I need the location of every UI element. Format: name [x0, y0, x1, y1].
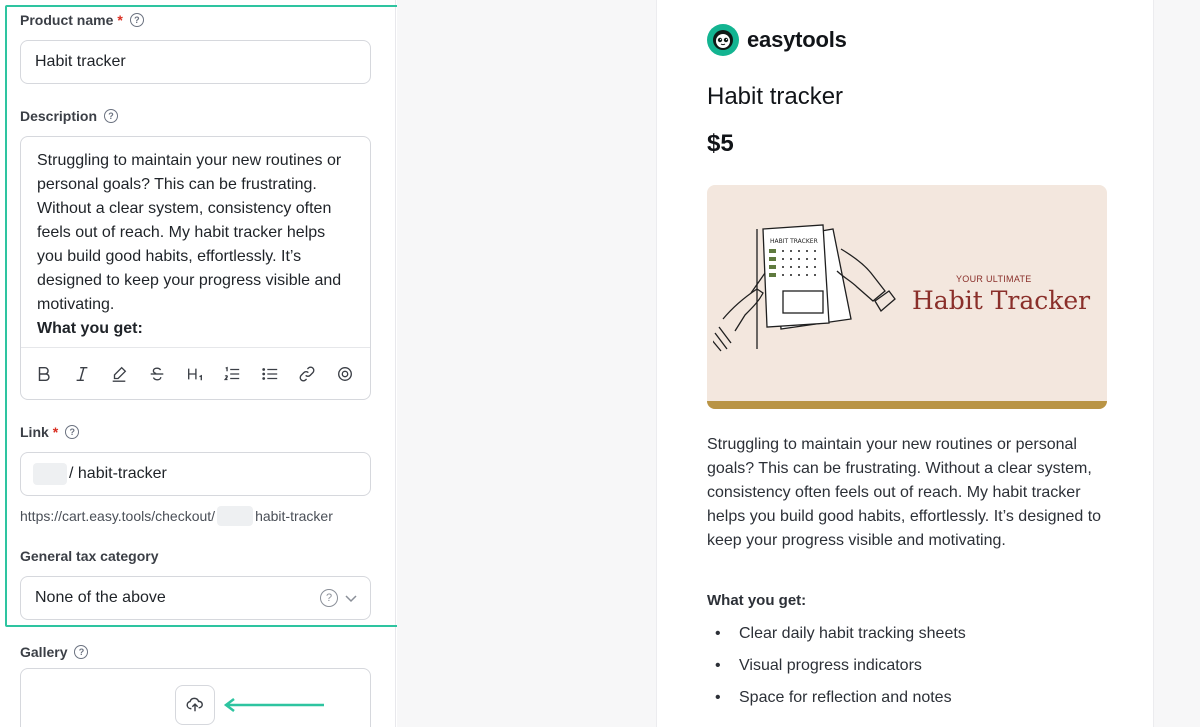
product-name-input[interactable]: Habit tracker [20, 40, 371, 84]
help-icon[interactable]: ? [65, 425, 80, 439]
link-icon[interactable] [296, 363, 318, 385]
pointer-arrow-icon [223, 698, 324, 712]
banner-title: Habit Tracker [912, 286, 1091, 315]
help-icon[interactable]: ? [320, 589, 338, 607]
link-label: Link * ? [20, 424, 80, 440]
upload-button[interactable] [175, 685, 215, 725]
highlight-icon[interactable] [108, 363, 130, 385]
banner-bottom-bar [707, 401, 1107, 409]
product-name-label: Product name * ? [20, 12, 144, 28]
ordered-list-icon[interactable] [221, 363, 243, 385]
brand-logo-icon [707, 24, 739, 56]
embed-icon[interactable] [334, 363, 356, 385]
bullet-list-icon[interactable] [259, 363, 281, 385]
bold-icon[interactable] [33, 363, 55, 385]
list-item: Visual progress indicators [707, 657, 966, 689]
product-form: Product name * ? Habit tracker Descripti… [0, 0, 399, 727]
required-marker: * [117, 12, 123, 28]
product-cover-image: HABIT TRACKER YOUR ULTIMATE Habit Tracke… [707, 185, 1107, 409]
description-text[interactable]: Struggling to maintain your new routines… [21, 137, 370, 347]
link-hint: https://cart.easy.tools/checkout/ habit-… [20, 506, 333, 526]
habit-sheet-illustration: HABIT TRACKER [713, 224, 896, 352]
list-item: Clear daily habit tracking sheets [707, 625, 966, 657]
description-label: Description ? [20, 108, 119, 124]
italic-icon[interactable] [71, 363, 93, 385]
banner-subtitle: YOUR ULTIMATE [956, 274, 1032, 284]
preview-feature-list: Clear daily habit tracking sheets Visual… [707, 625, 966, 721]
preview-product-title: Habit tracker [707, 83, 844, 110]
upload-icon [186, 697, 203, 712]
chevron-down-icon[interactable] [344, 591, 358, 605]
required-marker: * [52, 424, 59, 440]
heading-icon[interactable] [184, 363, 206, 385]
help-icon[interactable]: ? [129, 13, 144, 27]
link-hint-redacted [217, 506, 254, 526]
preview-what-you-get: What you get: [707, 592, 807, 609]
list-item: Space for reflection and notes [707, 689, 966, 721]
tax-category-label: General tax category [20, 548, 159, 564]
select-controls: ? [320, 577, 358, 619]
preview-description: Struggling to maintain your new routines… [707, 436, 1102, 549]
link-prefix-redacted [33, 463, 67, 485]
brand-name: easytools [747, 27, 847, 52]
help-icon[interactable]: ? [104, 109, 119, 123]
strikethrough-icon[interactable] [146, 363, 168, 385]
sheet-label: HABIT TRACKER [770, 238, 818, 245]
tax-category-select[interactable]: None of the above ? [20, 576, 371, 620]
gallery-label: Gallery ? [20, 644, 89, 660]
link-input[interactable]: / habit-tracker [20, 452, 371, 496]
editor-toolbar [21, 347, 370, 399]
help-icon[interactable]: ? [74, 645, 89, 659]
preview-price: $5 [707, 130, 734, 157]
description-editor[interactable]: Struggling to maintain your new routines… [20, 136, 371, 400]
brand: easytools [707, 24, 847, 56]
